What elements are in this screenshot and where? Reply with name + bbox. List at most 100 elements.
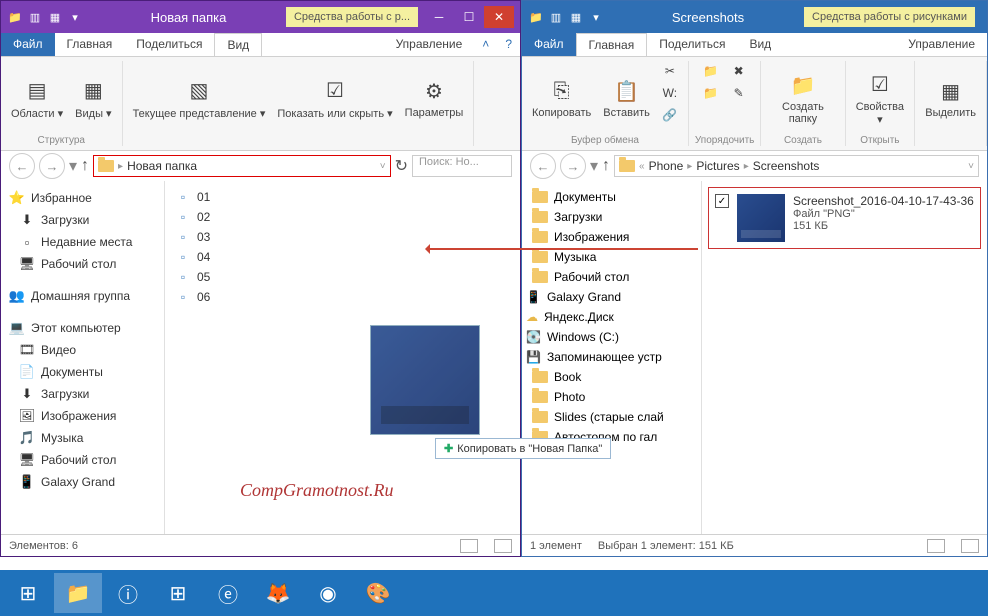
- navigation-pane[interactable]: ⭐Избранное ⬇Загрузки ▫Недавние места 🖥Ра…: [1, 181, 165, 534]
- qat-props-icon[interactable]: ▥: [548, 9, 564, 25]
- nav-galaxy[interactable]: 📱Galaxy Grand: [1, 471, 164, 493]
- breadcrumb[interactable]: « Phone▸ Pictures▸ Screenshots ˅: [614, 155, 979, 177]
- taskbar-chrome[interactable]: ◉: [304, 573, 352, 613]
- nav-item[interactable]: Изображения: [522, 227, 701, 247]
- history-dropdown-icon[interactable]: ▾: [590, 156, 598, 176]
- qat-dropdown-icon[interactable]: ▾: [67, 9, 83, 25]
- ribbon-rename-button[interactable]: ✎: [727, 83, 751, 103]
- ribbon-options-button[interactable]: ⚙Параметры: [401, 61, 468, 133]
- nav-this-pc[interactable]: 💻Этот компьютер: [1, 317, 164, 339]
- taskbar-app-o[interactable]: ⓘ: [104, 573, 152, 613]
- tab-manage[interactable]: Управление: [896, 33, 987, 56]
- forward-button[interactable]: →: [560, 153, 586, 179]
- nav-homegroup[interactable]: 👥Домашняя группа: [1, 285, 164, 307]
- nav-downloads-2[interactable]: ⬇Загрузки: [1, 383, 164, 405]
- context-tab[interactable]: Средства работы с р...: [286, 7, 418, 27]
- tab-share[interactable]: Поделиться: [647, 33, 737, 56]
- nav-item[interactable]: Рабочий стол: [522, 267, 701, 287]
- minimize-button[interactable]: ─: [424, 6, 454, 28]
- ribbon-paste-shortcut-button[interactable]: 🔗: [658, 105, 682, 125]
- file-item[interactable]: ▫06: [171, 287, 514, 307]
- context-tab[interactable]: Средства работы с рисунками: [804, 7, 975, 27]
- back-button[interactable]: ←: [530, 153, 556, 179]
- file-list[interactable]: ✓ Screenshot_2016-04-10-17-43-36 Файл "P…: [702, 181, 987, 534]
- nav-item[interactable]: 💽Windows (C:): [522, 327, 701, 347]
- nav-recent[interactable]: ▫Недавние места: [1, 231, 164, 253]
- qat-newfolder-icon[interactable]: ▦: [568, 9, 584, 25]
- nav-images[interactable]: 🖼Изображения: [1, 405, 164, 427]
- nav-item[interactable]: Book: [522, 367, 701, 387]
- titlebar[interactable]: 📁 ▥ ▦ ▾ Screenshots Средства работы с ри…: [522, 1, 987, 33]
- ribbon-properties-button[interactable]: ☑Свойства ▾: [852, 61, 909, 133]
- breadcrumb-segment[interactable]: Новая папка: [127, 159, 197, 173]
- history-dropdown-icon[interactable]: ▾: [69, 156, 77, 176]
- nav-item[interactable]: 📱Galaxy Grand: [522, 287, 701, 307]
- ribbon-views-button[interactable]: ▦Виды ▾: [71, 61, 115, 133]
- close-button[interactable]: ✕: [484, 6, 514, 28]
- view-details-button[interactable]: [927, 539, 945, 553]
- up-button[interactable]: ↑: [81, 157, 89, 175]
- collapse-ribbon-icon[interactable]: ˄: [474, 33, 497, 56]
- view-thumbs-button[interactable]: [494, 539, 512, 553]
- breadcrumb-segment[interactable]: Phone: [649, 159, 684, 173]
- nav-item[interactable]: Photo: [522, 387, 701, 407]
- ribbon-copyto-button[interactable]: 📁: [699, 83, 723, 103]
- taskbar-firefox[interactable]: 🦊: [254, 573, 302, 613]
- file-item[interactable]: ▫04: [171, 247, 514, 267]
- maximize-button[interactable]: ☐: [454, 6, 484, 28]
- file-item[interactable]: ▫02: [171, 207, 514, 227]
- qat-dropdown-icon[interactable]: ▾: [588, 9, 604, 25]
- breadcrumb-segment[interactable]: Pictures: [696, 159, 739, 173]
- view-details-button[interactable]: [460, 539, 478, 553]
- view-thumbs-button[interactable]: [961, 539, 979, 553]
- taskbar-app-grid[interactable]: ⊞: [154, 573, 202, 613]
- nav-item[interactable]: Slides (старые слай: [522, 407, 701, 427]
- nav-music[interactable]: 🎵Музыка: [1, 427, 164, 449]
- taskbar-explorer[interactable]: 📁: [54, 573, 102, 613]
- tab-home[interactable]: Главная: [55, 33, 125, 56]
- breadcrumb[interactable]: ▸ Новая папка ˅: [93, 155, 391, 177]
- checkbox-icon[interactable]: ✓: [715, 194, 729, 208]
- up-button[interactable]: ↑: [602, 157, 610, 175]
- ribbon-paste-button[interactable]: 📋Вставить: [599, 61, 654, 133]
- taskbar-paint[interactable]: 🎨: [354, 573, 402, 613]
- nav-item[interactable]: 💾Запоминающее устр: [522, 347, 701, 367]
- ribbon-moveto-button[interactable]: 📁: [699, 61, 723, 81]
- file-item[interactable]: ▫05: [171, 267, 514, 287]
- refresh-button[interactable]: ↻: [395, 156, 408, 176]
- ribbon-copypath-button[interactable]: W:: [658, 83, 682, 103]
- ribbon-newfolder-button[interactable]: 📁Создать папку: [767, 61, 838, 133]
- tab-file[interactable]: Файл: [522, 33, 576, 56]
- qat-newfolder-icon[interactable]: ▦: [47, 9, 63, 25]
- tab-share[interactable]: Поделиться: [124, 33, 214, 56]
- nav-item[interactable]: Загрузки: [522, 207, 701, 227]
- forward-button[interactable]: →: [39, 153, 65, 179]
- nav-item[interactable]: Музыка: [522, 247, 701, 267]
- ribbon-cut-button[interactable]: ✂: [658, 61, 682, 81]
- qat-props-icon[interactable]: ▥: [27, 9, 43, 25]
- nav-favorites[interactable]: ⭐Избранное: [1, 187, 164, 209]
- titlebar[interactable]: 📁 ▥ ▦ ▾ Новая папка Средства работы с р.…: [1, 1, 520, 33]
- navigation-pane[interactable]: ДокументыЗагрузкиИзображенияМузыкаРабочи…: [522, 181, 702, 534]
- start-button[interactable]: ⊞: [4, 573, 52, 613]
- ribbon-current-button[interactable]: ▧Текущее представление ▾: [129, 61, 270, 133]
- back-button[interactable]: ←: [9, 153, 35, 179]
- file-item[interactable]: ▫01: [171, 187, 514, 207]
- nav-item[interactable]: Документы: [522, 187, 701, 207]
- file-item[interactable]: ▫03: [171, 227, 514, 247]
- breadcrumb-segment[interactable]: Screenshots: [753, 159, 820, 173]
- nav-desktop[interactable]: 🖥Рабочий стол: [1, 253, 164, 275]
- nav-video[interactable]: 🎞Видео: [1, 339, 164, 361]
- tab-manage[interactable]: Управление: [384, 33, 475, 56]
- ribbon-delete-button[interactable]: ✖: [727, 61, 751, 81]
- ribbon-areas-button[interactable]: ▤Области ▾: [7, 61, 67, 133]
- nav-documents[interactable]: 📄Документы: [1, 361, 164, 383]
- search-input[interactable]: Поиск: Но...: [412, 155, 512, 177]
- tab-home[interactable]: Главная: [576, 33, 648, 56]
- nav-desktop-2[interactable]: 🖥Рабочий стол: [1, 449, 164, 471]
- ribbon-select-button[interactable]: ▦Выделить: [921, 61, 980, 133]
- ribbon-show-button[interactable]: ☑Показать или скрыть ▾: [273, 61, 396, 133]
- nav-item[interactable]: ☁Яндекс.Диск: [522, 307, 701, 327]
- taskbar[interactable]: ⊞ 📁 ⓘ ⊞ ⓔ 🦊 ◉ 🎨: [0, 570, 988, 616]
- ribbon-copy-button[interactable]: ⎘Копировать: [528, 61, 595, 133]
